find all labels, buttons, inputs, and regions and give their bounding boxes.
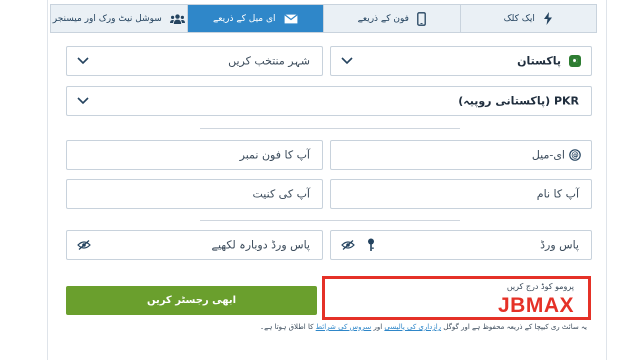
city-select[interactable]: شہر منتخب کریں [66,46,323,76]
tab-one-click-label: ایک کلک [503,13,535,24]
tab-by-email-label: ای میل کے ذریعے [213,13,276,24]
section-divider [200,128,460,129]
envelope-icon [283,13,298,23]
tab-by-phone[interactable]: فون کے ذریعے [323,5,460,32]
key-icon[interactable] [367,238,375,252]
terms-and: اور [373,323,383,331]
phone-icon [417,11,426,26]
tab-by-email[interactable]: ای میل کے ذریعے [186,5,323,32]
chevron-down-icon [77,57,89,65]
password-repeat-field[interactable]: پاس ورڈ دوبارہ لکھیے [66,230,323,260]
password-field[interactable]: پاس ورڈ [330,230,592,260]
eye-slash-icon[interactable] [77,240,91,250]
privacy-policy-link[interactable]: رازداری کی پالیسی [384,323,441,331]
at-sign-icon: @ [569,149,581,161]
svg-text:@: @ [571,151,579,160]
promo-code-field[interactable]: پرومو کوڈ درج کریں JBMAX [322,276,591,320]
terms-suffix: کا اطلاق ہوتا ہے۔ [260,323,314,331]
password-repeat-placeholder: پاس ورڈ دوبارہ لکھیے [211,238,311,252]
country-select[interactable]: پاکستان [330,46,592,76]
city-placeholder: شہر منتخب کریں [228,54,310,68]
email-field[interactable]: @ ای-میل [330,140,592,170]
section-divider [200,220,460,221]
tab-one-click[interactable]: ایک کلک [459,5,597,32]
email-placeholder: ای-میل [531,148,565,162]
users-icon [169,13,185,24]
register-button[interactable]: ابھی رجسٹر کریں [66,286,317,315]
name-placeholder: آپ کا نام [536,187,579,201]
phone-placeholder: آپ کا فون نمبر [239,148,310,162]
pakistan-flag-icon [569,55,581,67]
currency-select[interactable]: PKR (پاکستانی روپیہ) [66,86,592,116]
terms-of-service-link[interactable]: سروس کی شرائط [316,323,372,331]
phone-field[interactable]: آپ کا فون نمبر [66,140,323,170]
currency-value: PKR (پاکستانی روپیہ) [458,94,579,108]
country-value: پاکستان [517,54,561,68]
eye-slash-icon[interactable] [341,240,355,250]
tab-by-phone-label: فون کے ذریعے [357,13,409,24]
promo-code-label: پرومو کوڈ درج کریں [506,282,574,291]
tab-social-networks-label: سوشل نیٹ ورک اور میسنجر [52,13,162,24]
promo-code-value: JBMAX [497,294,574,317]
terms-prefix: یہ سائٹ ری کیپچا کے ذریعہ محفوظ ہے اور گ… [443,323,587,331]
surname-field[interactable]: آپ کی کنیت [66,179,323,209]
name-field[interactable]: آپ کا نام [330,179,592,209]
tab-social-networks[interactable]: سوشل نیٹ ورک اور میسنجر [51,5,187,32]
recaptcha-terms: یہ سائٹ ری کیپچا کے ذریعہ محفوظ ہے اور گ… [65,323,587,331]
registration-tabs: ایک کلک فون کے ذریعے ای میل کے ذریعے سوش… [50,4,597,33]
lightning-icon [543,12,552,25]
chevron-down-icon [77,97,89,105]
password-placeholder: پاس ورڈ [540,238,579,252]
surname-placeholder: آپ کی کنیت [252,187,311,201]
chevron-down-icon [341,57,353,65]
